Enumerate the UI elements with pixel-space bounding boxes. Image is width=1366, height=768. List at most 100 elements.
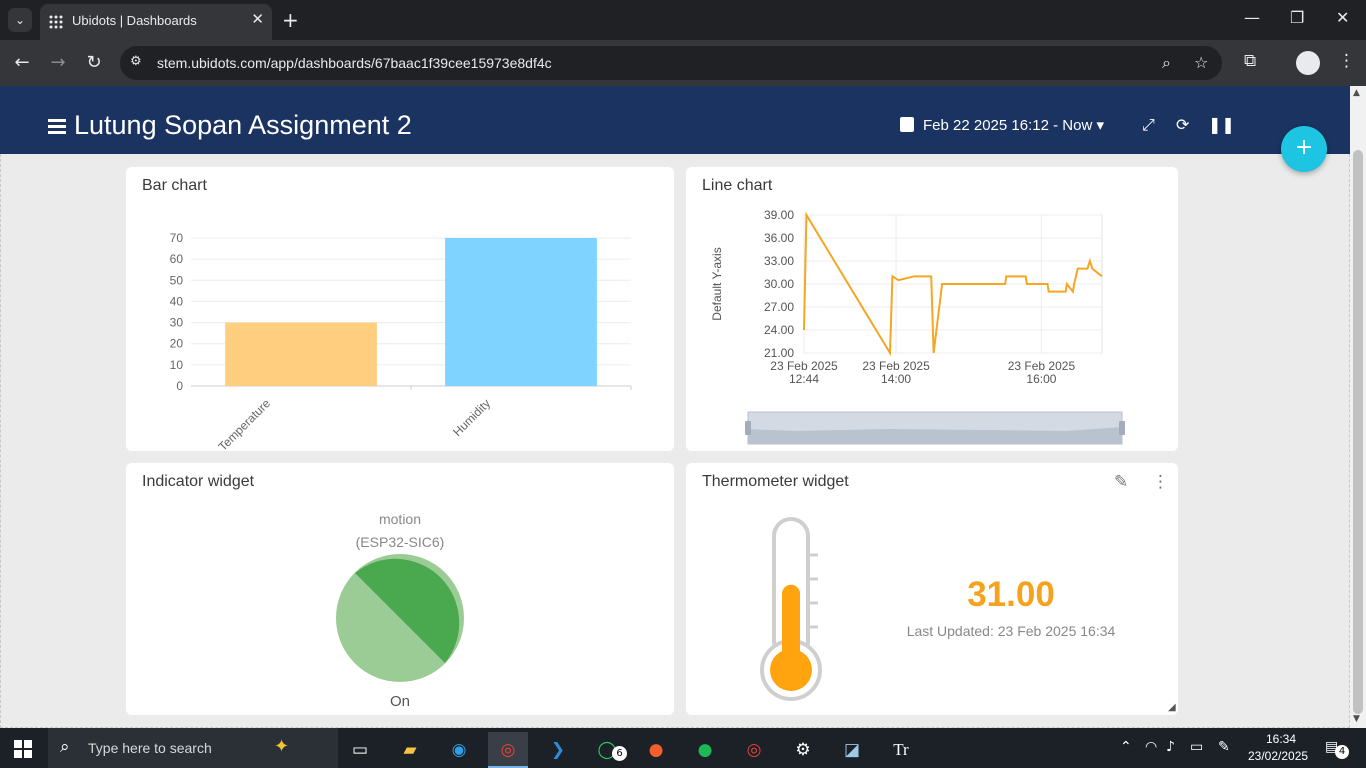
x-tick-time: 14:00 [881,372,911,386]
url-text: stem.ubidots.com/app/dashboards/67baac1f… [157,55,552,71]
scroll-down-icon[interactable]: ▼ [1353,714,1360,724]
indicator-variable: motion [378,511,422,527]
bar-chart-widget[interactable]: Bar chart 0 10 20 30 40 50 60 70 Temperature Humi… [126,167,674,451]
pause-icon[interactable]: ❚❚ [1208,115,1235,134]
close-window-icon[interactable]: ✕ [1336,8,1349,27]
battery-icon[interactable]: ▭ [1190,739,1203,755]
volume-icon[interactable]: ♪ [1166,739,1175,755]
thermometer-value: 31.00 [967,575,1055,614]
more-options-icon[interactable]: ⋮ [1152,472,1169,492]
indicator-widget[interactable]: Indicator widget motion (ESP32-SIC6) On [126,463,674,715]
indicator-state: On [389,693,410,710]
tab-ubidots[interactable]: Ubidots | Dashboards ✕ [40,4,272,40]
widget-title: Indicator widget [142,473,255,490]
file-explorer-icon[interactable]: ▰ [390,732,430,768]
indicator-device: (ESP32-SIC6) [355,534,445,550]
fullscreen-icon[interactable]: ⤢ [1142,115,1155,135]
navigator-left-handle [745,421,751,435]
edit-pencil-icon[interactable]: ✎ [1114,472,1128,492]
add-widget-button[interactable]: + [1281,126,1327,172]
ubidots-icon [49,15,63,29]
forward-icon[interactable]: → [45,50,71,76]
windows-start-icon[interactable] [14,740,32,758]
y-tick-label: 30 [170,316,184,330]
y-tick-label: 60 [170,252,184,266]
refresh-icon[interactable]: ⟳ [1176,115,1189,134]
y-tick-label: 50 [170,273,184,287]
date-range-selector[interactable]: Feb 22 2025 16:12 - Now ▾ [923,116,1104,134]
header-strip [0,86,1350,98]
x-tick-date: 23 Feb 2025 [862,359,930,373]
scroll-up-icon[interactable]: ▲ [1353,88,1360,98]
resize-handle-icon[interactable]: ◢ [1168,702,1176,713]
postman-icon[interactable]: ● [636,732,676,768]
search-placeholder: Type here to search [88,740,212,756]
y-tick-label: 24.00 [764,323,794,337]
scroll-thumb[interactable] [1353,150,1363,714]
wifi-icon[interactable]: ◠ [1145,739,1157,755]
y-tick-label: 39.00 [764,208,794,222]
settings-icon[interactable]: ⚙ [783,732,823,768]
clock-date[interactable]: 23/02/2025 [1248,749,1308,763]
menu-icon[interactable] [48,119,66,134]
profile-avatar[interactable] [1296,51,1320,75]
widget-title: Thermometer widget [702,473,849,490]
notifications-icon[interactable]: ▤ 4 [1325,739,1349,759]
y-tick-label: 36.00 [764,231,794,245]
chrome-profile-icon[interactable]: ◎ [734,732,774,768]
clock-time[interactable]: 16:34 [1266,732,1296,746]
y-tick-label: 33.00 [764,254,794,268]
task-view-icon[interactable]: ▭ [340,732,380,768]
y-axis-label: Default Y-axis [710,247,724,320]
line-chart-widget[interactable]: Line chart 21.00 24.00 27.00 30.00 33.00 36.0… [686,167,1178,451]
x-tick-date: 23 Feb 2025 [1008,359,1076,373]
x-tick-time: 12:44 [789,372,819,386]
y-tick-label: 21.00 [764,346,794,360]
bar-humidity [445,238,597,386]
calendar-icon [900,117,914,132]
zoom-icon[interactable]: ⌕ [1162,53,1171,73]
line-chart: 21.00 24.00 27.00 30.00 33.00 36.00 39.00 23 Fe… [710,208,1125,445]
tab-strip: ⌄ Ubidots | Dashboards ✕ + — ❐ ✕ [0,0,1366,40]
new-tab-icon[interactable]: + [282,8,299,32]
chrome-taskbar-icon[interactable]: ◎ [488,732,528,768]
edge-icon[interactable]: ◉ [439,732,479,768]
x-tick-label: Temperature [216,396,274,451]
tab-title: Ubidots | Dashboards [72,13,197,28]
x-tick-date: 23 Feb 2025 [770,359,838,373]
reload-icon[interactable]: ↻ [81,50,107,76]
tab-search-button[interactable]: ⌄ [8,8,32,32]
whatsapp-icon[interactable]: ◯ 6 [587,732,627,768]
restore-icon[interactable]: ❐ [1290,8,1304,27]
dashboard-header: Lutung Sopan Assignment 2 Feb 22 2025 16… [0,98,1350,154]
notification-count: 4 [1335,745,1349,759]
bar-chart: 0 10 20 30 40 50 60 70 Temperature Humidity [170,231,632,451]
taskbar-search[interactable]: ⌕ Type here to search ✦ [48,728,338,768]
browser-toolbar: ← → ↻ ⚙ stem.ubidots.com/app/dashboards/… [0,40,1366,86]
dashboard-title: Lutung Sopan Assignment 2 [74,110,412,140]
app-icon[interactable]: ◪ [832,732,872,768]
thermometer-widget[interactable]: Thermometer widget ✎ ⋮ 31.00 Last Update… [686,463,1178,715]
pen-icon[interactable]: ✎ [1218,739,1230,755]
site-info-icon[interactable]: ⚙ [130,54,148,72]
x-tick-time: 16:00 [1026,372,1056,386]
chrome-menu-icon[interactable]: ⋮ [1338,51,1355,71]
bookmark-star-icon[interactable]: ☆ [1194,53,1208,72]
spotify-icon[interactable]: ● [685,732,725,768]
vscode-icon[interactable]: ❯ [538,732,578,768]
page-content: Lutung Sopan Assignment 2 Feb 22 2025 16… [0,86,1350,728]
copilot-sparkle-icon: ✦ [274,736,290,757]
navigator-right-handle [1119,421,1125,435]
close-tab-icon[interactable]: ✕ [251,10,264,28]
minimize-icon[interactable]: — [1244,8,1260,27]
page-scrollbar[interactable]: ▲ ▼ [1350,86,1366,728]
extensions-icon[interactable]: ⧉ [1244,51,1256,71]
indicator-light [336,554,464,682]
address-bar[interactable]: ⚙ stem.ubidots.com/app/dashboards/67baac… [120,46,1222,80]
search-icon: ⌕ [60,737,70,757]
last-updated-text: Last Updated: 23 Feb 2025 16:34 [906,623,1116,639]
thermometer-gauge [760,517,822,701]
show-hidden-icons-icon[interactable]: ⌃ [1120,739,1132,755]
typora-icon[interactable]: Tr [881,732,921,768]
back-icon[interactable]: ← [9,50,35,76]
